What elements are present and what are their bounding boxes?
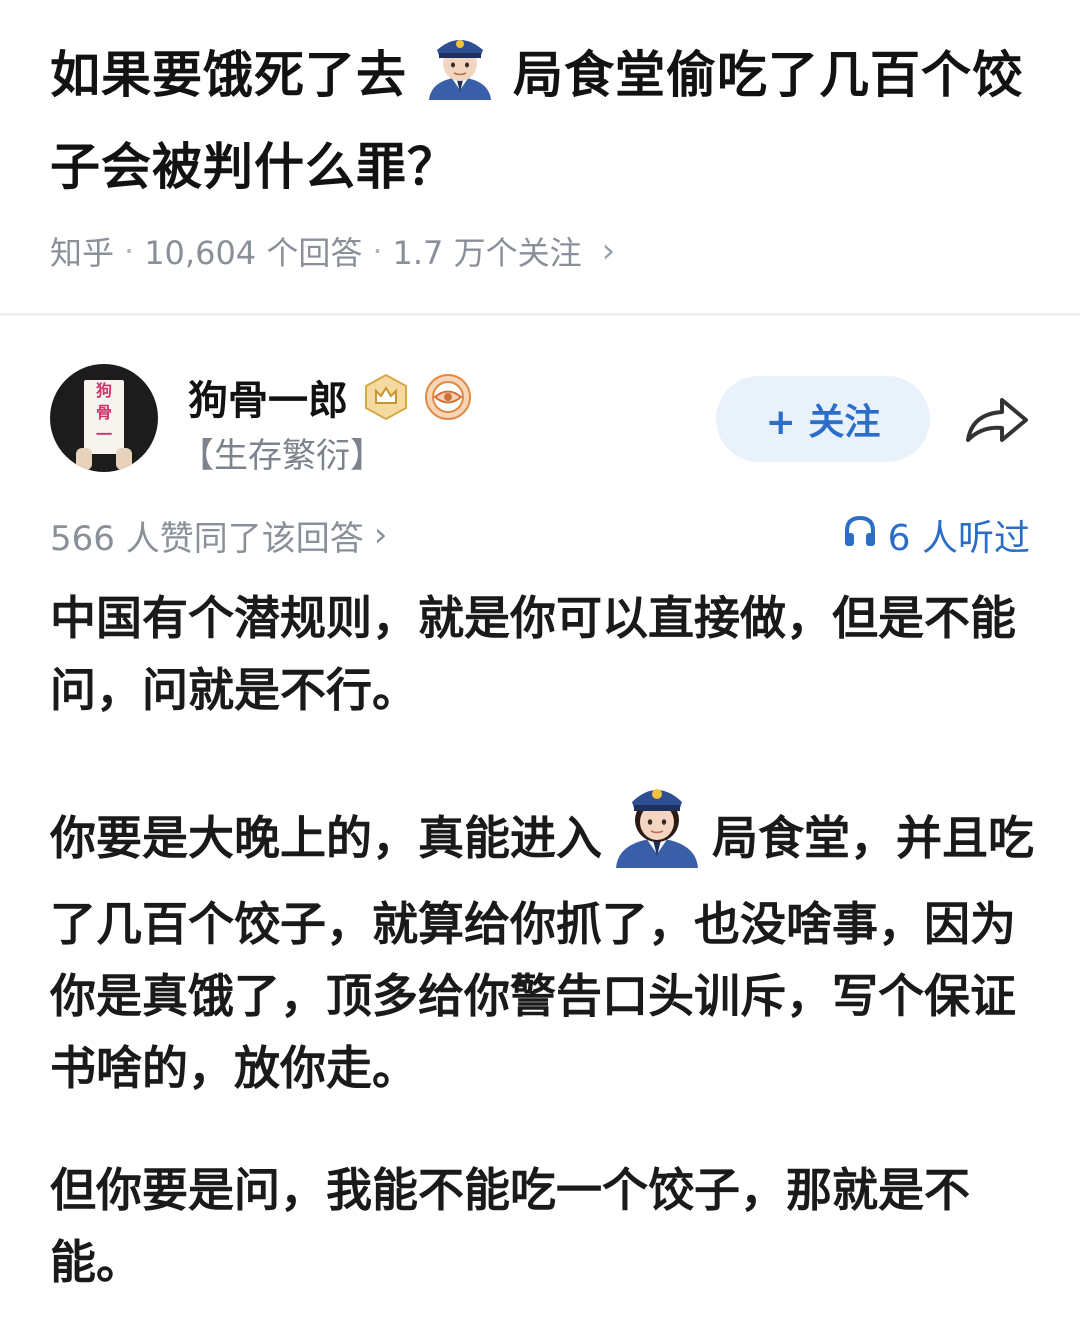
likes-info[interactable]: 566 人赞同了该回答 › xyxy=(50,511,387,560)
policewoman-emoji-icon xyxy=(612,776,702,888)
chevron-right-icon[interactable]: › xyxy=(602,231,616,271)
author-name[interactable]: 狗骨一郎 xyxy=(188,368,348,426)
share-arrow-icon[interactable] xyxy=(962,392,1030,448)
avatar-hand xyxy=(76,448,92,470)
answer-stats: 566 人赞同了该回答 › 6 人听过 xyxy=(50,510,1030,560)
source-label[interactable]: 知乎 xyxy=(50,228,114,274)
section-divider xyxy=(0,313,1080,316)
meta-separator: · xyxy=(124,232,135,270)
meta-separator: · xyxy=(372,232,383,270)
follow-button[interactable]: + 关注 xyxy=(716,376,930,462)
crown-badge-icon xyxy=(362,373,410,421)
question-title-part1: 如果要饿死了去 xyxy=(50,46,407,104)
chevron-right-icon: › xyxy=(373,515,388,555)
avatar-char: 骨 xyxy=(95,403,112,422)
answer-body: 中国有个潜规则，就是你可以直接做，但是不能问，问就是不行。 你要是大晚上的，真能… xyxy=(50,582,1040,1298)
follow-count: 1.7 万个关注 xyxy=(392,234,582,272)
avatar-char: 一 xyxy=(95,425,112,444)
listen-info[interactable]: 6 人听过 xyxy=(842,509,1030,561)
question-meta[interactable]: 知乎 · 10,604 个回答 · 1.7 万个关注 › xyxy=(50,228,1040,274)
answer-paragraph-3: 但你要是问，我能不能吃一个饺子，那就是不能。 xyxy=(50,1163,970,1289)
likes-count: 566 人赞同了该回答 xyxy=(50,518,364,559)
eye-badge-icon xyxy=(424,373,472,421)
avatar[interactable]: 狗 骨 一 xyxy=(50,364,158,472)
headphones-icon xyxy=(842,513,878,558)
question-header: 如果要饿死了去 局食堂偷吃了几百个饺子会被判什么罪？ 知乎 · 10,604 个… xyxy=(50,30,1040,274)
answer-paragraph-1: 中国有个潜规则，就是你可以直接做，但是不能问，问就是不行。 xyxy=(50,591,1016,717)
avatar-sign: 狗 骨 一 xyxy=(84,380,124,454)
listen-count: 6 人听过 xyxy=(887,518,1030,559)
question-title[interactable]: 如果要饿死了去 局食堂偷吃了几百个饺子会被判什么罪？ xyxy=(50,30,1040,208)
avatar-hand xyxy=(116,448,132,470)
avatar-char: 狗 xyxy=(95,381,112,400)
answer-paragraph-2: 你要是大晚上的，真能进入 局食堂，并且吃了几百个饺子，就算给你抓了，也没啥事，因… xyxy=(50,776,1040,1104)
answer-p2-part1: 你要是大晚上的，真能进入 xyxy=(50,811,602,865)
author-row: 狗 骨 一 狗骨一郎 【生存繁衍】 + 关注 xyxy=(50,364,1040,476)
author-description: 【生存繁衍】 xyxy=(180,436,384,476)
police-officer-emoji-icon xyxy=(421,30,499,126)
answer-count: 10,604 个回答 xyxy=(144,234,363,272)
author-name-row[interactable]: 狗骨一郎 xyxy=(188,368,472,426)
